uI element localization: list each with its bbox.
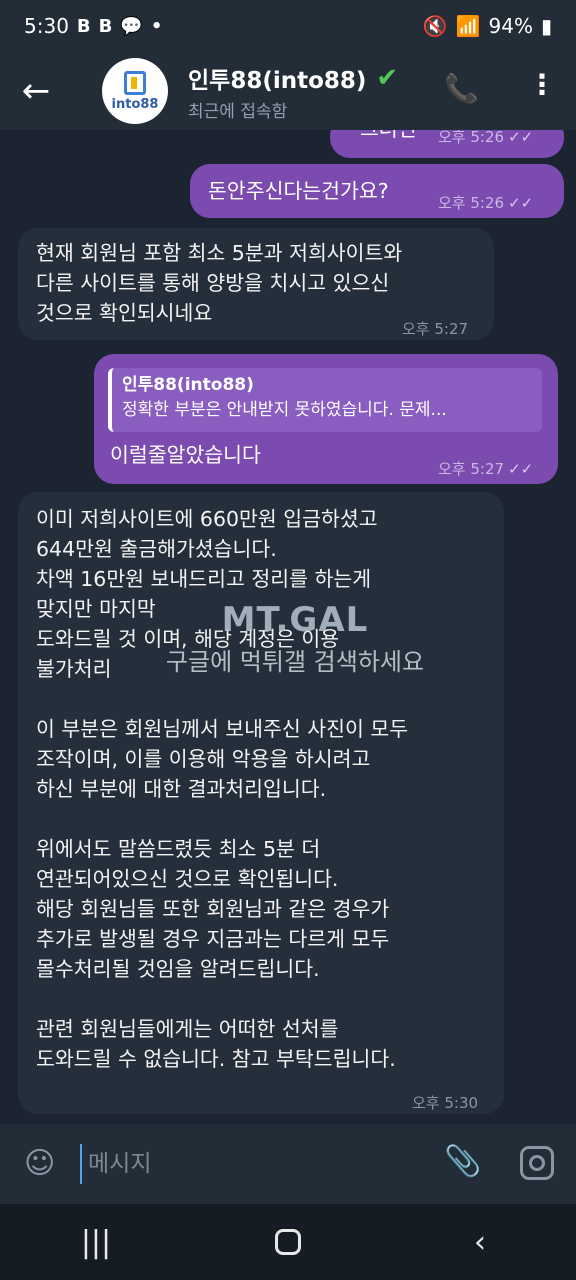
message-text: 이미 저희사이트에 660만원 입금하셨고 644만원 출금해가셨습니다. 차액… — [36, 507, 409, 1071]
phone-icon[interactable]: 📞 — [444, 72, 479, 105]
message-input-bar: ☺ 📎 — [0, 1124, 576, 1204]
watermark-text: 구글에 먹튀갤 검색하세요 — [165, 648, 425, 676]
watermark: MT.GAL 구글에 먹튀갤 검색하세요 — [130, 600, 460, 677]
app-notification-icon: B — [76, 15, 91, 37]
message-time: 오후 5:26 — [438, 130, 505, 146]
message-text: 그러면 — [360, 130, 417, 144]
contact-info[interactable]: 인투88(into88) ✔ 최근에 접속함 — [188, 61, 398, 122]
status-time: 5:30 — [24, 14, 69, 38]
message-input[interactable] — [80, 1144, 420, 1184]
paperclip-icon[interactable]: 📎 — [444, 1144, 481, 1179]
camera-icon[interactable] — [520, 1146, 554, 1180]
double-check-icon: ✓✓ — [508, 460, 534, 478]
message-meta: 오후 5:26 ✓✓ — [438, 188, 533, 218]
message-bubble-incoming[interactable]: 현재 회원님 포함 최소 5분과 저희사이트와 다른 사이트를 통해 양방을 치… — [18, 228, 494, 340]
message-time: 오후 5:26 — [438, 194, 505, 212]
double-check-icon: ✓✓ — [508, 130, 534, 146]
chat-header: ← into88 인투88(into88) ✔ 최근에 접속함 📞 ⋮ — [0, 52, 576, 130]
reply-quote[interactable]: 인투88(into88) 정확한 부분은 안내받지 못하였습니다. 문제... — [108, 368, 542, 432]
message-time: 오후 5:30 — [412, 1094, 479, 1112]
double-check-icon: ✓✓ — [508, 194, 534, 212]
app-notification-icon: B — [98, 15, 113, 37]
avatar-logo-text: into88 — [111, 96, 159, 112]
message-meta: 오후 5:26 ✓✓ — [438, 130, 533, 152]
more-options-icon[interactable]: ⋮ — [528, 68, 556, 101]
logo-icon — [124, 70, 146, 95]
message-bubble-outgoing[interactable]: 돈안주신다는건가요? 오후 5:26 ✓✓ — [190, 164, 564, 218]
reply-author: 인투88(into88) — [122, 375, 254, 395]
check-mark-icon: ✔ — [376, 62, 399, 93]
recent-apps-icon[interactable]: ||| — [56, 1225, 136, 1260]
battery-icon: ▮ — [540, 14, 552, 38]
battery-level: 94% — [488, 14, 533, 38]
chat-area[interactable]: 그러면 오후 5:26✓✓ 돈안주신다는건가요? 오후 5:26✓✓ 현재 회원… — [0, 130, 576, 1124]
home-button[interactable] — [248, 1229, 328, 1255]
back-nav-icon[interactable]: ‹ — [440, 1225, 520, 1260]
status-bar: 5:30 B B 💬 • 🔇 📶 94% ▮ — [0, 0, 576, 52]
contact-name: 인투88(into88) — [188, 67, 367, 94]
message-text: 돈안주신다는건가요? — [208, 179, 389, 203]
message-text: 이럴줄알았습니다 — [110, 443, 261, 467]
emoji-icon[interactable]: ☺ — [24, 1146, 55, 1181]
mute-icon: 🔇 — [422, 14, 448, 38]
message-time: 오후 5:27 — [438, 460, 505, 478]
message-bubble-outgoing[interactable]: 그러면 오후 5:26✓✓ — [330, 130, 564, 158]
avatar[interactable]: into88 — [102, 58, 168, 124]
message-bubble-outgoing[interactable]: 인투88(into88) 정확한 부분은 안내받지 못하였습니다. 문제... … — [94, 354, 558, 484]
contact-status: 최근에 접속함 — [188, 101, 288, 122]
reply-text: 정확한 부분은 안내받지 못하였습니다. 문제... — [122, 400, 447, 420]
message-time: 오후 5:27 — [402, 320, 469, 338]
home-icon — [275, 1229, 301, 1255]
wifi-icon: 📶 — [455, 14, 481, 38]
message-notification-icon: 💬 — [120, 15, 143, 37]
message-meta: 오후 5:27 ✓✓ — [438, 454, 533, 484]
message-bubble-incoming[interactable]: 이미 저희사이트에 660만원 입금하셨고 644만원 출금해가셨습니다. 차액… — [18, 492, 504, 1114]
watermark-logo: MT.GAL — [221, 600, 369, 640]
dot-icon: • — [150, 15, 163, 37]
system-nav-bar: ||| ‹ — [0, 1204, 576, 1280]
back-arrow-icon[interactable]: ← — [0, 52, 72, 130]
